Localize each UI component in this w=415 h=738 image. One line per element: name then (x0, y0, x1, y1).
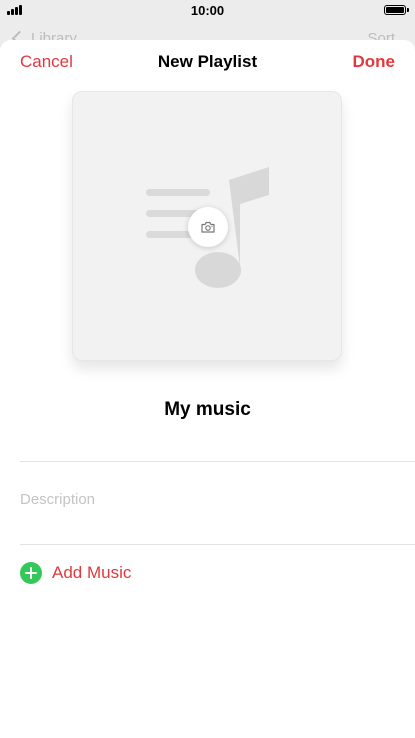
divider (20, 544, 415, 545)
cancel-button[interactable]: Cancel (20, 52, 73, 72)
divider (20, 461, 415, 462)
camera-icon (201, 221, 215, 233)
new-playlist-sheet: Cancel New Playlist Done My music Descri… (0, 40, 415, 738)
status-bar: 10:00 (0, 0, 415, 22)
playlist-name-field[interactable]: My music (0, 399, 415, 421)
battery-icon (384, 5, 409, 15)
camera-button[interactable] (188, 207, 228, 247)
screen: 10:00 Library Sort Cancel New Playlist D… (0, 0, 415, 738)
plus-circle-icon (20, 562, 42, 584)
add-music-label: Add Music (52, 563, 132, 582)
nav-bar: Cancel New Playlist Done (0, 40, 415, 84)
add-music-button[interactable]: Add Music (20, 562, 131, 584)
playlist-artwork[interactable] (72, 91, 342, 361)
done-button[interactable]: Done (353, 52, 396, 72)
status-time: 10:00 (190, 3, 225, 18)
description-field[interactable] (20, 491, 400, 508)
